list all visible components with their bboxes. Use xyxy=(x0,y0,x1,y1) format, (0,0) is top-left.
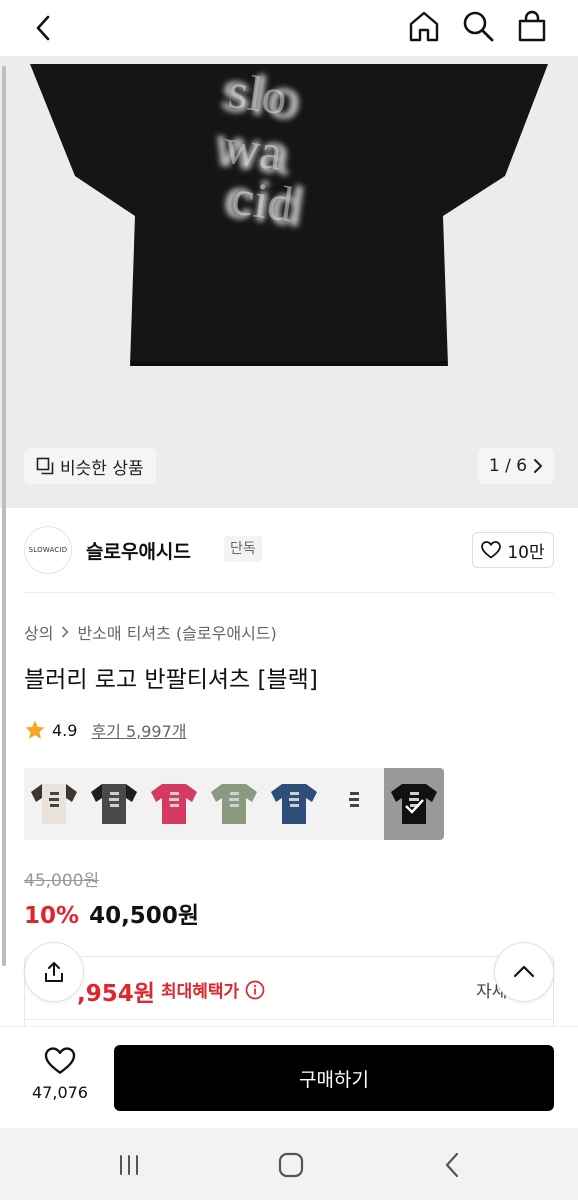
chevron-right-icon xyxy=(62,626,70,638)
color-swatch-ivory-raglan[interactable] xyxy=(24,768,84,840)
rating-row: 4.9 후기 5,997개 xyxy=(24,718,187,742)
system-navigation-bar xyxy=(0,1128,578,1200)
image-page-indicator[interactable]: 1 / 6 xyxy=(478,448,554,484)
home-icon[interactable] xyxy=(406,8,442,44)
home-button-icon[interactable] xyxy=(276,1150,306,1180)
divider xyxy=(25,1019,553,1020)
brand-like-button[interactable]: 10만 xyxy=(472,532,554,568)
svg-text:slo: slo xyxy=(225,62,291,126)
swatch-tshirt-icon xyxy=(271,784,317,824)
wishlist-count: 47,076 xyxy=(32,1083,88,1102)
heart-icon xyxy=(481,541,502,559)
buy-button[interactable]: 구매하기 xyxy=(114,1045,554,1111)
rating-score: 4.9 xyxy=(52,720,78,740)
color-swatch-pink[interactable] xyxy=(144,768,204,840)
product-image-gallery[interactable]: slo wa cid slo wa cid xyxy=(0,56,578,508)
brand-name[interactable]: 슬로우애시드 xyxy=(86,537,191,564)
divider xyxy=(24,592,554,593)
scroll-to-top-button[interactable] xyxy=(494,942,554,1002)
max-benefit-price: ,954원 xyxy=(77,981,155,1007)
swatch-tshirt-icon xyxy=(211,784,257,824)
reviews-link[interactable]: 후기 5,997개 xyxy=(91,718,186,742)
top-app-bar xyxy=(0,0,578,56)
discount-rate: 10% xyxy=(24,903,80,929)
heart-icon xyxy=(44,1047,76,1074)
chevron-up-icon xyxy=(513,965,535,978)
similar-products-label: 비슷한 상품 xyxy=(60,458,144,479)
svg-text:cid: cid xyxy=(228,168,296,232)
breadcrumb-category[interactable]: 상의 xyxy=(24,620,53,644)
search-icon[interactable] xyxy=(460,8,496,44)
swatch-tshirt-icon xyxy=(31,784,77,824)
color-swatch-khaki[interactable] xyxy=(204,768,264,840)
color-swatch-navy[interactable] xyxy=(264,768,324,840)
color-swatch-black[interactable] xyxy=(384,768,444,840)
chevron-left-icon[interactable] xyxy=(28,12,60,44)
swatch-tshirt-icon xyxy=(151,784,197,824)
star-icon xyxy=(25,720,45,739)
exclusive-badge: 단독 xyxy=(224,536,262,562)
recent-apps-icon[interactable] xyxy=(114,1150,144,1180)
breadcrumb-subcategory[interactable]: 반소매 티셔츠 (슬로우애시드) xyxy=(77,620,276,644)
swatch-tshirt-icon xyxy=(331,784,377,824)
similar-products-button[interactable]: 비슷한 상품 xyxy=(24,448,156,484)
shopping-bag-icon[interactable] xyxy=(514,8,550,44)
scrollbar[interactable] xyxy=(2,66,6,966)
chevron-right-icon xyxy=(534,459,543,473)
swatch-tshirt-icon xyxy=(91,784,137,824)
share-icon xyxy=(45,962,63,982)
swatch-tshirt-icon xyxy=(391,784,437,824)
product-title: 블러리 로고 반팔티셔츠 [블랙] xyxy=(24,667,318,693)
share-button[interactable] xyxy=(24,942,84,1002)
max-benefit-label-text: 최대혜택가 xyxy=(161,982,240,1002)
page-indicator-text: 1 / 6 xyxy=(488,456,528,476)
brand-row: SLOWACID 슬로우애시드 단독 10만 xyxy=(24,524,554,576)
back-icon[interactable] xyxy=(438,1150,468,1180)
info-icon[interactable] xyxy=(245,980,265,1000)
product-image-tshirt: slo wa cid slo wa cid xyxy=(30,59,548,366)
price-row: 10% 40,500원 xyxy=(24,896,199,930)
max-benefit-label: 최대혜택가 xyxy=(161,977,265,1002)
breadcrumb: 상의 반소매 티셔츠 (슬로우애시드) xyxy=(24,620,277,644)
similar-products-icon xyxy=(36,457,54,475)
brand-logo-text: SLOWACID xyxy=(28,546,68,554)
brand-like-count: 10만 xyxy=(507,542,545,563)
color-swatches xyxy=(24,768,444,840)
purchase-bar: 47,076 구매하기 xyxy=(0,1026,578,1128)
brand-logo[interactable]: SLOWACID xyxy=(24,526,72,574)
color-swatch-charcoal-raglan[interactable] xyxy=(84,768,144,840)
original-price: 45,000원 xyxy=(24,871,100,891)
sale-price: 40,500원 xyxy=(89,903,199,929)
wishlist-button[interactable]: 47,076 xyxy=(24,1047,96,1102)
color-swatch-white[interactable] xyxy=(324,768,384,840)
